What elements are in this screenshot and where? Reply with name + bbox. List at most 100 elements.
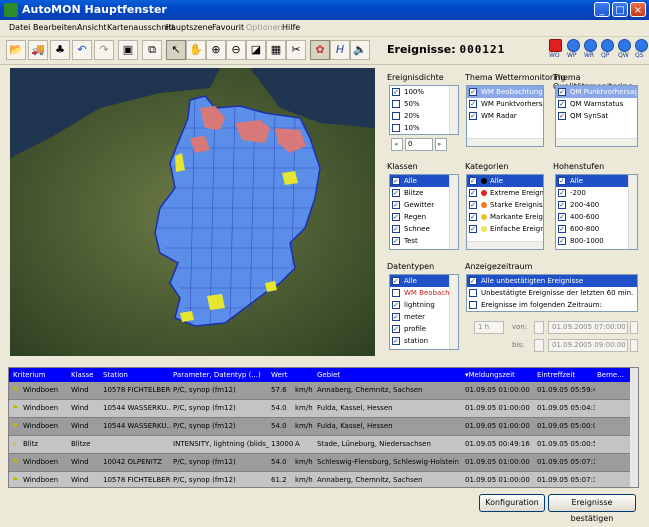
checkbox[interactable]: ✓ xyxy=(469,225,477,233)
checkbox[interactable]: ✓ xyxy=(558,225,566,233)
minimize-button[interactable]: _ xyxy=(594,2,610,17)
list-item[interactable]: Ereignisse im folgenden Zeitraum: xyxy=(467,299,637,311)
scrollbar[interactable] xyxy=(628,175,637,249)
scrollbar[interactable] xyxy=(449,86,458,134)
menu-favourit[interactable]: Favourit xyxy=(212,23,244,32)
checkbox[interactable]: ✓ xyxy=(558,237,566,245)
table-row[interactable]: ⚑ Windboen Wind 10544 WASSERKU... P/C, synop… xyxy=(9,400,632,418)
col-meldungszeit[interactable]: ▾ Meldungszeit xyxy=(465,368,535,382)
table-row[interactable]: ⚡ Blitz Blitze INTENSITY, lightning (blids_… xyxy=(9,436,632,454)
list-item[interactable]: ✓ 100% xyxy=(390,86,458,98)
list-item[interactable]: ✓ 200-400 xyxy=(556,199,637,211)
checkbox[interactable] xyxy=(392,124,400,132)
bis-datetime[interactable]: 01.09.2005 09:00:00 xyxy=(548,339,628,352)
checkbox[interactable]: ✓ xyxy=(392,213,400,221)
list-item[interactable]: ✓ Alle xyxy=(390,275,458,287)
calendar-icon[interactable] xyxy=(534,339,544,352)
pointer-icon[interactable]: ↖ xyxy=(166,40,186,60)
checkbox[interactable]: ✓ xyxy=(392,201,400,209)
checkbox[interactable]: ✓ xyxy=(469,213,477,221)
list-item[interactable]: ✓ meter xyxy=(390,311,458,323)
list-item[interactable]: ✓ WM Radar xyxy=(467,110,543,122)
table-row[interactable]: ⚑ Windboen Wind 10578 FICHTELBERG P/C, synop… xyxy=(9,472,632,487)
zoom-out-icon[interactable]: ⊖ xyxy=(226,40,246,60)
tools-icon[interactable]: ✂ xyxy=(286,40,306,60)
checkbox[interactable]: ✓ xyxy=(558,189,566,197)
zoom-in-icon[interactable]: ⊕ xyxy=(206,40,226,60)
checkbox[interactable]: ✓ xyxy=(392,237,400,245)
pan-hand-icon[interactable]: ✋ xyxy=(186,40,206,60)
list-item[interactable]: ✓ Gewitter xyxy=(390,199,458,211)
scrollbar[interactable] xyxy=(467,241,543,249)
checkbox[interactable]: ✓ xyxy=(469,88,477,96)
status-wo-icon[interactable] xyxy=(549,39,562,52)
ereignisdichte-list[interactable]: ✓ 100% 50% 20% 10% xyxy=(389,85,459,135)
speaker-icon[interactable]: 🔈 xyxy=(350,40,370,60)
checkbox[interactable] xyxy=(469,301,477,309)
list-item[interactable]: 20% xyxy=(390,110,458,122)
checkbox[interactable]: ✓ xyxy=(392,277,400,285)
thema-wetter-list[interactable]: ✓ WM Beobachtungen ✓ WM Punktvorhersage ✓ W… xyxy=(466,85,544,147)
checkbox[interactable]: ✓ xyxy=(558,213,566,221)
status-qs-icon[interactable] xyxy=(635,39,648,52)
scrollbar[interactable] xyxy=(556,138,637,146)
table-scrollbar[interactable] xyxy=(630,368,638,487)
spinner-icon[interactable] xyxy=(630,321,638,334)
scrollbar[interactable] xyxy=(449,275,458,349)
checkbox[interactable]: ✓ xyxy=(392,301,400,309)
menu-bearbeiten[interactable]: Bearbeiten xyxy=(33,23,77,32)
checkbox[interactable]: ✓ xyxy=(558,112,566,120)
checkbox[interactable]: ✓ xyxy=(558,177,566,185)
table-row[interactable]: ⚑ Windboen Wind 10544 WASSERKU... P/C, synop… xyxy=(9,418,632,436)
klassen-list[interactable]: ✓ Alle ✓ Blitze ✓ Gewitter ✓ Regen ✓ Schnee ✓… xyxy=(389,174,459,250)
arrow-right-icon[interactable]: ▸ xyxy=(435,138,447,151)
list-item[interactable]: ✓ Extreme Ereignisse xyxy=(467,187,543,199)
checkbox[interactable]: ✓ xyxy=(558,201,566,209)
map-view[interactable] xyxy=(10,68,375,356)
truck-icon[interactable]: 🚚 xyxy=(28,40,48,60)
list-item[interactable]: ✓ Alle xyxy=(390,175,458,187)
col-parameter[interactable]: Parameter, Datentyp (...) xyxy=(173,368,269,382)
col-gebiet[interactable]: Gebiet xyxy=(317,368,463,382)
calendar-icon[interactable] xyxy=(534,321,544,334)
checkbox[interactable]: ✓ xyxy=(392,325,400,333)
col-eintreffzeit[interactable]: Eintreffzeit xyxy=(537,368,595,382)
von-datetime[interactable]: 01.09.2005 07:00:00 xyxy=(548,321,628,334)
checkbox[interactable]: ✓ xyxy=(469,112,477,120)
checkbox[interactable]: ✓ xyxy=(558,88,566,96)
checkbox[interactable] xyxy=(392,112,400,120)
scrollbar[interactable] xyxy=(449,175,458,249)
screen-icon[interactable]: ▣ xyxy=(118,40,138,60)
checkbox[interactable]: ✓ xyxy=(392,177,400,185)
list-item[interactable]: ✓ Alle xyxy=(467,175,543,187)
undo-icon[interactable]: ↶ xyxy=(72,40,92,60)
grid-icon[interactable]: ▦ xyxy=(266,40,286,60)
list-item[interactable]: ✓ profile xyxy=(390,323,458,335)
list-item[interactable]: ✓ 800-1000 xyxy=(556,235,637,247)
checkbox[interactable]: ✓ xyxy=(392,225,400,233)
checkbox[interactable]: ✓ xyxy=(558,100,566,108)
list-item[interactable]: ✓ Blitze xyxy=(390,187,458,199)
list-item[interactable]: ✓ Einfache Ereignisse xyxy=(467,223,543,235)
export-icon[interactable]: ⧉ xyxy=(142,40,162,60)
event-table[interactable]: Kriterium Klasse Station Parameter, Date… xyxy=(8,367,639,488)
list-item[interactable]: ✓ Regen xyxy=(390,211,458,223)
checkbox[interactable]: ✓ xyxy=(469,177,477,185)
list-item[interactable]: ✓ Test xyxy=(390,235,458,247)
ereignisdichte-value[interactable]: 0 xyxy=(405,138,433,151)
list-item[interactable]: ✓ QM Punktvorhersage xyxy=(556,86,637,98)
palette-icon[interactable]: ✿ xyxy=(310,40,330,60)
list-item[interactable]: ✓ Markante Ereignisse xyxy=(467,211,543,223)
open-folder-icon[interactable]: 📂 xyxy=(6,40,26,60)
menu-hilfe[interactable]: Hilfe xyxy=(282,23,300,32)
thema-qualitaet-list[interactable]: ✓ QM Punktvorhersage ✓ QM Warnstatus ✓ QM S… xyxy=(555,85,638,147)
spinner-icon[interactable] xyxy=(630,339,638,352)
list-item[interactable]: ✓ WM Punktvorhersage xyxy=(467,98,543,110)
table-row[interactable]: ⚑ Windboen Wind 10578 FICHTELBERG P/C, synop… xyxy=(9,382,632,400)
checkbox[interactable]: ✓ xyxy=(469,201,477,209)
checkbox[interactable]: ✓ xyxy=(392,313,400,321)
col-station[interactable]: Station xyxy=(103,368,171,382)
hours-field[interactable]: 1 h xyxy=(474,321,504,334)
list-item[interactable]: ✓ station xyxy=(390,335,458,347)
checkbox[interactable] xyxy=(392,289,400,297)
